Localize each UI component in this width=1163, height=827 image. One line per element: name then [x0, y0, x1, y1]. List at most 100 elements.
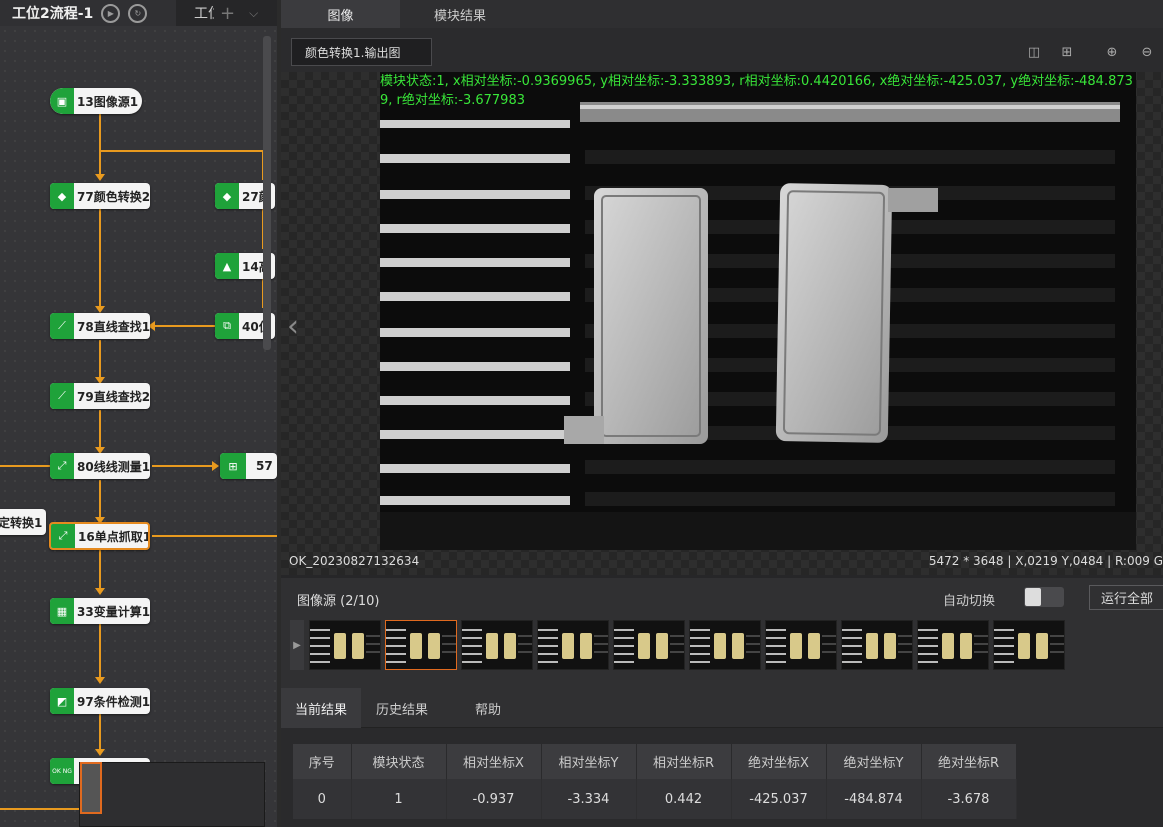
tab-flow-2-label: 工位: [194, 6, 214, 22]
table-header-cell: 模块状态: [351, 744, 447, 779]
flow-canvas[interactable]: ▣ 13图像源1 ◆ 77颜色转换2 ◆ 27颜 ▲ 14高 ⟋ 78直线查找1…: [0, 26, 277, 827]
table-cell: -425.037: [731, 779, 827, 819]
run-once-icon[interactable]: ▶: [101, 3, 121, 23]
image-source-title: 图像源 (2/10): [297, 594, 380, 609]
result-table: 序号 模块状态 相对坐标X 相对坐标Y 相对坐标R 绝对坐标X 绝对坐标Y 绝对坐标R 01-…: [293, 744, 1017, 819]
node-condition-check-97[interactable]: ◩ 97条件检测1: [50, 688, 150, 714]
node-color-convert-77[interactable]: ◆ 77颜色转换2: [50, 183, 150, 209]
run-all-button[interactable]: 运行全部: [1089, 585, 1163, 610]
image-output-icon: ⊞: [220, 453, 246, 479]
main-panel: 图像 模块结果 颜色转换1.输出图 ◫ ⊞ ⊕ ⊖ ‹ 模块状态:1, x相对坐…: [281, 0, 1163, 827]
inspection-image[interactable]: [380, 72, 1136, 550]
table-header-cell: 相对坐标R: [636, 744, 732, 779]
image-pixel-info: 5472 * 3648 | X,0219 Y,0484 | R:009 G: [928, 554, 1163, 568]
tab-help[interactable]: 帮助: [443, 688, 533, 728]
image-toolbar: 颜色转换1.输出图 ◫ ⊞ ⊕ ⊖: [281, 28, 1163, 72]
table-row[interactable]: 0 1 -0.937 -3.334 0.442 -425.037 -484.874 -3.67…: [293, 779, 1017, 819]
image-thumbnail[interactable]: [689, 620, 761, 670]
node-variable-calc-33[interactable]: ▦ 33变量计算1: [50, 598, 150, 624]
table-header-cell: 相对坐标Y: [541, 744, 637, 779]
inspection-image-graphic: [380, 72, 1136, 550]
image-thumbnail[interactable]: [461, 620, 533, 670]
table-cell: 1: [351, 779, 447, 819]
image-viewer[interactable]: ‹ 模块状态:1, x相对坐标:-0.9369965, y相对坐标:-3.333…: [281, 72, 1163, 575]
condition-icon: ◩: [50, 688, 74, 714]
calculator-icon: ▦: [50, 598, 74, 624]
minimap-viewport[interactable]: [80, 762, 102, 814]
node-label: 16单点抓取1: [78, 529, 150, 544]
node-label: 78直线查找1: [77, 319, 150, 334]
position-icon: ⧉: [215, 313, 239, 339]
node-label: 13图像源1: [77, 94, 139, 109]
view-tabbar: 图像 模块结果: [281, 0, 1163, 28]
node-label: 57: [256, 459, 273, 473]
auto-switch-toggle[interactable]: [1024, 587, 1064, 607]
node-convert-partial[interactable]: 定转换1: [0, 509, 46, 535]
chevron-down-icon[interactable]: ⌵: [249, 6, 258, 21]
image-thumbnail[interactable]: [765, 620, 837, 670]
table-cell: -484.874: [826, 779, 922, 819]
node-label: 33变量计算1: [77, 604, 150, 619]
flow-tabbar: 工位2流程-1 ▶ ↻ 工位 + ⌵: [0, 0, 277, 26]
node-line-find-78[interactable]: ⟋ 78直线查找1: [50, 313, 150, 339]
table-cell: -3.334: [541, 779, 637, 819]
table-header-cell: 序号: [293, 744, 352, 779]
line-find-icon: ⟋: [50, 383, 74, 409]
table-cell: 0.442: [636, 779, 732, 819]
measure-icon: ⤢: [50, 453, 74, 479]
color-convert-icon: ◆: [50, 183, 74, 209]
prev-image-icon[interactable]: ‹: [287, 309, 299, 344]
tab-current-result[interactable]: 当前结果: [281, 688, 361, 728]
image-filename: OK_20230827132634: [289, 554, 420, 568]
table-cell: -0.937: [446, 779, 542, 819]
image-thumbnail[interactable]: [841, 620, 913, 670]
color-convert-icon: ◆: [215, 183, 239, 209]
node-label: 97条件检测1: [77, 694, 150, 709]
result-tabbar: 当前结果 历史结果 帮助: [281, 688, 1163, 728]
tab-history-result[interactable]: 历史结果: [361, 688, 443, 728]
filter-icon: ▲: [215, 253, 239, 279]
line-find-icon: ⟋: [50, 313, 74, 339]
node-image-output-57[interactable]: ⊞ 57: [220, 453, 277, 479]
split-view-icon[interactable]: ◫: [1025, 44, 1043, 60]
image-thumbnail[interactable]: [537, 620, 609, 670]
image-source-icon: ▣: [50, 88, 74, 114]
node-label: 79直线查找2: [77, 389, 150, 404]
flow-panel: 工位2流程-1 ▶ ↻ 工位 + ⌵: [0, 0, 277, 827]
image-thumbnail[interactable]: [917, 620, 989, 670]
tab-flow-1[interactable]: 工位2流程-1 ▶ ↻: [0, 0, 176, 26]
image-thumbnail[interactable]: [309, 620, 381, 670]
image-thumbnail[interactable]: [993, 620, 1065, 670]
flow-vertical-scrollbar[interactable]: [263, 36, 271, 350]
node-image-source[interactable]: ▣ 13图像源1: [50, 88, 143, 114]
node-line-measure-80[interactable]: ⤢ 80线线测量1: [50, 453, 150, 479]
zoom-in-icon[interactable]: ⊕: [1103, 44, 1121, 60]
tab-flow-2[interactable]: 工位 + ⌵: [180, 0, 277, 26]
image-source-select[interactable]: 颜色转换1.输出图: [291, 38, 432, 66]
table-cell: -3.678: [921, 779, 1017, 819]
node-label: 77颜色转换2: [77, 189, 150, 204]
node-line-find-79[interactable]: ⟋ 79直线查找2: [50, 383, 150, 409]
node-point-grab-16[interactable]: ⤢ 16单点抓取1: [49, 522, 150, 550]
zoom-out-icon[interactable]: ⊖: [1138, 44, 1156, 60]
flow-minimap[interactable]: [79, 762, 265, 827]
node-label: 定转换1: [0, 515, 43, 530]
tab-module-result[interactable]: 模块结果: [400, 0, 520, 28]
table-header-cell: 相对坐标X: [446, 744, 542, 779]
image-thumbnail[interactable]: [613, 620, 685, 670]
result-table-area: 序号 模块状态 相对坐标X 相对坐标Y 相对坐标R 绝对坐标X 绝对坐标Y 绝对坐标R 01-…: [281, 728, 1163, 827]
table-header-cell: 绝对坐标X: [731, 744, 827, 779]
module-status-overlay: 模块状态:1, x相对坐标:-0.9369965, y相对坐标:-3.33389…: [380, 74, 1133, 108]
tab-image[interactable]: 图像: [281, 0, 400, 28]
table-header-cell: 绝对坐标R: [921, 744, 1017, 779]
ok-ng-icon: OK NG: [50, 758, 74, 784]
node-label: 80线线测量1: [77, 459, 150, 474]
thumb-strip-nav-icon[interactable]: ▶: [290, 620, 304, 670]
table-header-cell: 绝对坐标Y: [826, 744, 922, 779]
auto-switch-label: 自动切换: [943, 594, 996, 609]
add-tab-icon[interactable]: +: [220, 3, 235, 24]
image-thumbnail[interactable]: [385, 620, 457, 670]
run-loop-icon[interactable]: ↻: [128, 3, 148, 23]
tab-flow-1-label: 工位2流程-1: [12, 6, 94, 22]
grid-view-icon[interactable]: ⊞: [1058, 44, 1076, 60]
